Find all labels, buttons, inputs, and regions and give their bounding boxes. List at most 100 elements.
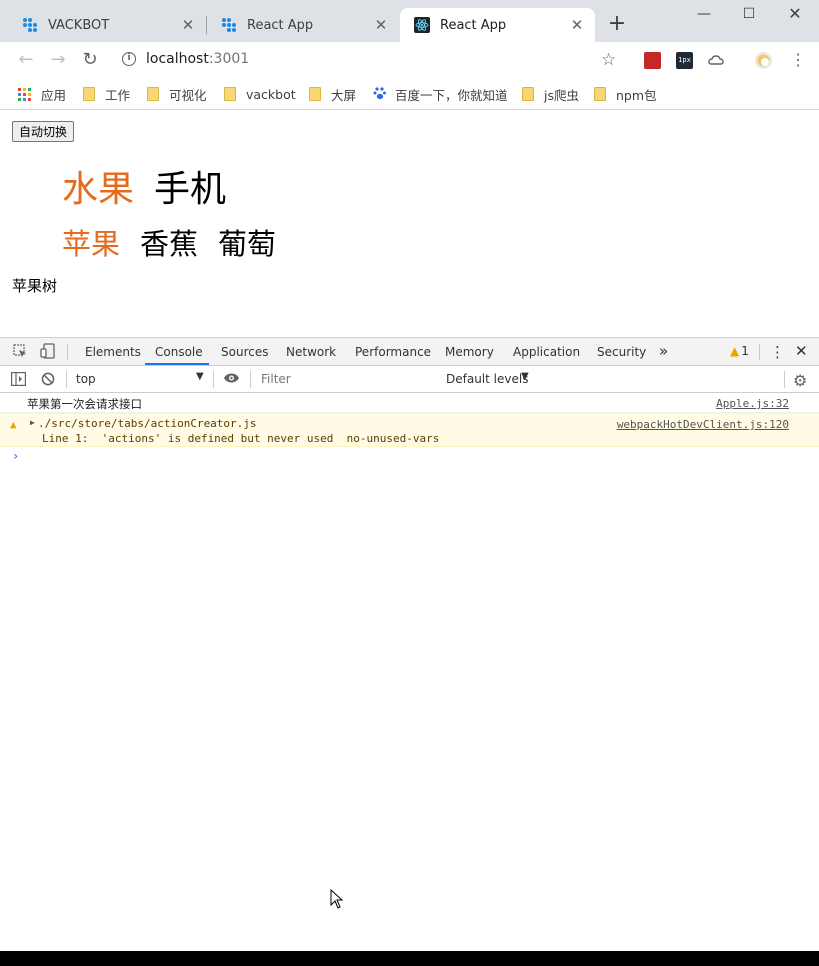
log-text: 苹果第一次会请求接口 <box>27 397 142 411</box>
log-source-link[interactable]: Apple.js:32 <box>716 397 789 410</box>
auto-switch-button[interactable]: 自动切换 <box>12 121 75 142</box>
minimize-icon[interactable]: — <box>692 4 716 24</box>
extension-cloud-icon[interactable] <box>708 52 725 69</box>
bookmark-label: npm包 <box>616 87 657 103</box>
extension-red-icon[interactable] <box>644 52 661 69</box>
sidebar-toggle-icon[interactable] <box>11 372 27 390</box>
context-selector[interactable]: top ▼ <box>70 366 210 392</box>
more-tabs-chevron-icon[interactable]: » <box>659 342 668 360</box>
bookmark-vackbot[interactable]: vackbot <box>224 85 296 103</box>
devtools-tab-performance[interactable]: Performance <box>355 345 431 359</box>
context-value: top <box>76 372 96 386</box>
warning-triangle-icon: ▲ <box>730 344 740 358</box>
bookmark-label: 百度一下，你就知道 <box>395 87 508 103</box>
devtools-tab-elements[interactable]: Elements <box>85 345 141 359</box>
console-filter-input[interactable] <box>255 370 435 388</box>
tab-react-app-active[interactable]: React App ✕ <box>400 8 595 42</box>
console-prompt[interactable]: › <box>0 447 819 467</box>
close-devtools-icon[interactable]: ✕ <box>795 342 808 360</box>
url-port: :3001 <box>208 51 250 67</box>
bookmark-baidu[interactable]: 百度一下，你就知道 <box>373 85 508 103</box>
tab-vackbot[interactable]: VACKBOT ✕ <box>8 8 206 42</box>
bookmark-star-icon[interactable]: ☆ <box>601 50 616 70</box>
divider <box>67 344 68 360</box>
expand-triangle-icon[interactable]: ▶ <box>30 418 35 427</box>
main-tab-fruit[interactable]: 水果 <box>62 160 134 212</box>
sub-tabs: 苹果 香蕉 葡萄 <box>62 221 296 263</box>
profile-avatar-icon[interactable] <box>755 52 772 69</box>
divider <box>66 371 67 388</box>
chevron-down-icon: ▼ <box>196 371 204 382</box>
divider <box>759 344 760 360</box>
console-output: 苹果第一次会请求接口 Apple.js:32 ▲ ▶ ./src/store/t… <box>0 393 819 467</box>
prompt-chevron-icon: › <box>12 449 20 463</box>
close-window-icon[interactable]: ✕ <box>783 4 807 24</box>
sub-tab-grape[interactable]: 葡萄 <box>218 221 276 263</box>
console-log-message: 苹果第一次会请求接口 Apple.js:32 <box>0 393 819 413</box>
main-tab-phone[interactable]: 手机 <box>154 160 226 212</box>
browser-menu-icon[interactable]: ⋮ <box>790 49 806 71</box>
close-tab-icon[interactable]: ✕ <box>180 16 196 34</box>
warning-file[interactable]: ./src/store/tabs/actionCreator.js <box>38 417 257 430</box>
bookmark-label: vackbot <box>246 86 296 102</box>
devtools-tab-memory[interactable]: Memory <box>445 345 494 359</box>
sub-tab-banana[interactable]: 香蕉 <box>140 221 198 263</box>
apps-grid-icon <box>18 87 31 101</box>
tab-title: React App <box>440 17 507 33</box>
bookmark-npm[interactable]: npm包 <box>594 85 657 103</box>
bookmark-visualization[interactable]: 可视化 <box>147 85 207 103</box>
devtools-tabbar: Elements Console Sources Network Perform… <box>0 338 819 366</box>
react-favicon-icon <box>414 17 430 33</box>
warning-triangle-icon: ▲ <box>10 418 17 431</box>
close-tab-icon[interactable]: ✕ <box>569 16 585 34</box>
tab-react-app[interactable]: React App ✕ <box>207 8 399 42</box>
divider <box>250 371 251 388</box>
inspect-element-icon[interactable] <box>13 344 27 362</box>
devtools-tab-security[interactable]: Security <box>597 345 646 359</box>
eye-icon[interactable] <box>223 372 240 388</box>
devtools-tab-application[interactable]: Application <box>513 345 580 359</box>
address-toolbar: ← → ↻ i localhost:3001 ☆ 1px ⋮ <box>0 42 819 78</box>
address-bar[interactable]: i localhost:3001 <box>112 46 632 74</box>
extension-1px-icon[interactable]: 1px <box>676 52 693 69</box>
clear-console-icon[interactable] <box>41 372 55 390</box>
folder-icon <box>309 87 321 101</box>
mouse-cursor-icon <box>330 888 344 913</box>
close-tab-icon[interactable]: ✕ <box>373 16 389 34</box>
tab-strip: VACKBOT ✕ React App ✕ React App ✕ + — ☐ … <box>0 0 819 42</box>
device-toolbar-icon[interactable] <box>40 343 56 363</box>
info-icon[interactable]: i <box>122 52 136 66</box>
console-settings-gear-icon[interactable]: ⚙ <box>793 371 807 390</box>
folder-icon <box>594 87 606 101</box>
browser-window: VACKBOT ✕ React App ✕ React App ✕ + — ☐ … <box>0 0 819 951</box>
bookmark-label: js爬虫 <box>544 87 579 103</box>
divider <box>213 371 214 388</box>
devtools-tab-console[interactable]: Console <box>155 345 203 359</box>
folder-icon <box>522 87 534 101</box>
new-tab-button[interactable]: + <box>607 13 627 36</box>
bookmark-js-crawler[interactable]: js爬虫 <box>522 85 579 103</box>
back-arrow-icon[interactable]: ← <box>15 49 37 71</box>
log-levels-label: Default levels <box>446 372 529 386</box>
folder-icon <box>224 87 236 101</box>
devtools-tab-network[interactable]: Network <box>286 345 336 359</box>
warnings-counter[interactable]: ▲ 1 <box>730 344 749 358</box>
tab-title: React App <box>247 17 314 33</box>
reload-icon[interactable]: ↻ <box>79 49 101 71</box>
page-viewport: 自动切换 水果 手机 苹果 香蕉 葡萄 苹果树 <box>0 111 819 337</box>
sub-tab-apple[interactable]: 苹果 <box>62 221 120 263</box>
bookmark-work[interactable]: 工作 <box>83 85 130 103</box>
maximize-icon[interactable]: ☐ <box>737 4 761 24</box>
url-host: localhost <box>146 51 209 67</box>
forward-arrow-icon[interactable]: → <box>47 49 69 71</box>
warning-source-link[interactable]: webpackHotDevClient.js:120 <box>617 418 789 431</box>
bookmarks-bar: 应用 工作 可视化 vackbot 大屏 百度一下，你就知道 js爬虫 npm包 <box>0 78 819 110</box>
url-text: localhost:3001 <box>146 51 249 67</box>
vackbot-favicon-icon <box>221 17 237 33</box>
main-tabs: 水果 手机 <box>62 160 246 212</box>
devtools-menu-icon[interactable]: ⋮ <box>770 343 785 361</box>
devtools-tab-sources[interactable]: Sources <box>221 345 268 359</box>
bookmark-big-screen[interactable]: 大屏 <box>309 85 356 103</box>
bookmark-apps[interactable]: 应用 <box>18 85 66 103</box>
tab-content: 苹果树 <box>12 277 58 295</box>
